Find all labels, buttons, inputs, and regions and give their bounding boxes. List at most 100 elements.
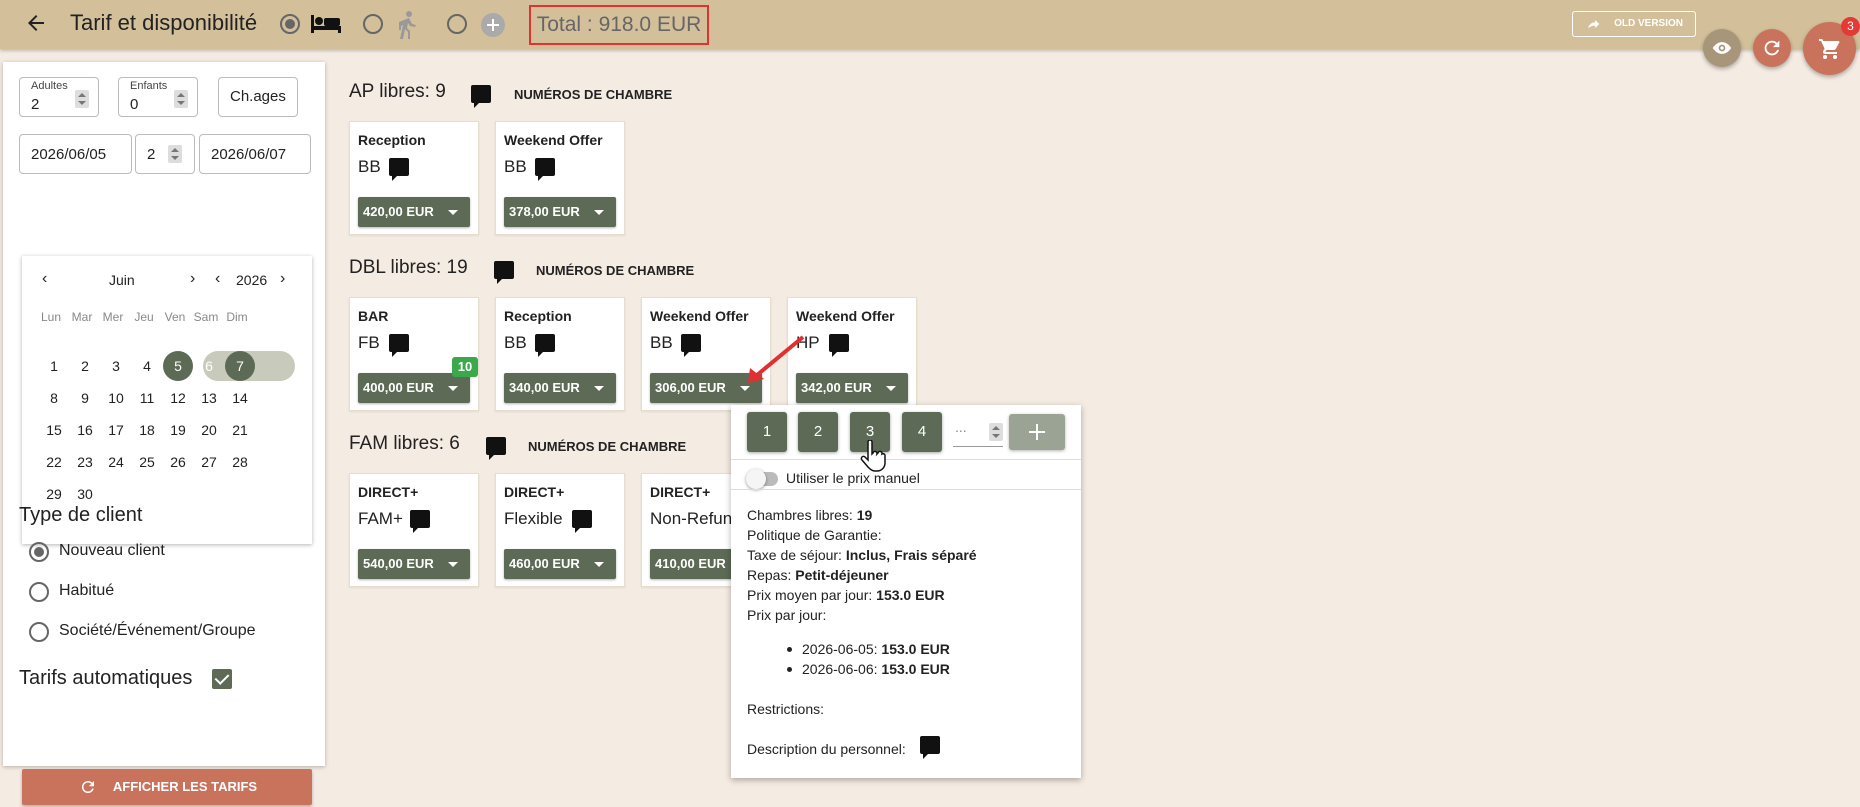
calendar-day[interactable]: 1 — [39, 351, 69, 381]
checkout-date-field[interactable]: 2026/06/07 — [199, 134, 311, 174]
price-dropdown-button[interactable]: 340,00 EUR — [504, 373, 616, 403]
client-radio-regular[interactable] — [29, 582, 49, 602]
client-option-regular[interactable]: Habitué — [59, 582, 114, 600]
avg-price-line: Prix moyen par jour: 153.0 EUR — [747, 587, 945, 603]
calendar-day[interactable]: 21 — [225, 415, 255, 445]
calendar-day[interactable]: 25 — [132, 447, 162, 477]
calendar-day[interactable]: 24 — [101, 447, 131, 477]
checkin-date-field[interactable]: 2026/06/05 — [19, 134, 132, 174]
mode-radio-walk[interactable] — [363, 14, 383, 34]
calendar-day[interactable]: 27 — [194, 447, 224, 477]
calendar-day[interactable]: 4 — [132, 351, 162, 381]
rate-card: Reception BB 340,00 EUR — [495, 297, 625, 411]
old-version-button[interactable]: OLD VERSION — [1572, 11, 1696, 37]
walking-icon — [399, 11, 416, 39]
show-rates-button[interactable]: AFFICHER LES TARIFS — [22, 769, 312, 805]
price-dropdown-button[interactable]: 306,00 EUR — [650, 373, 762, 403]
calendar-day[interactable]: 3 — [101, 351, 131, 381]
calendar-day[interactable]: 6 — [194, 351, 224, 381]
calendar-day[interactable]: 12 — [163, 383, 193, 413]
chat-icon[interactable] — [681, 334, 701, 357]
calendar-day[interactable]: 13 — [194, 383, 224, 413]
nights-spinner-icon[interactable] — [168, 145, 182, 163]
price-dropdown-button[interactable]: 420,00 EUR — [358, 197, 470, 227]
price-dropdown-button[interactable]: 342,00 EUR — [796, 373, 908, 403]
refresh-icon — [1764, 40, 1780, 56]
chat-icon[interactable] — [535, 334, 555, 357]
mode-radio-room[interactable] — [280, 14, 300, 34]
price-dropdown-button[interactable]: 400,00 EUR — [358, 373, 470, 403]
refresh-fab-button[interactable] — [1753, 29, 1791, 67]
client-option-company[interactable]: Société/Événement/Groupe — [59, 622, 256, 640]
calendar-day[interactable]: 14 — [225, 383, 255, 413]
auto-rates-checkbox[interactable] — [212, 669, 232, 689]
chat-icon[interactable] — [486, 437, 506, 460]
mode-radio-add[interactable] — [447, 14, 467, 34]
preview-button[interactable] — [1703, 29, 1741, 67]
add-qty-button[interactable] — [1009, 414, 1065, 450]
availability-badge: 10 — [452, 357, 478, 377]
qty-spinner-icon[interactable] — [989, 423, 1003, 441]
room-numbers-link-ap[interactable]: NUMÉROS DE CHAMBRE — [514, 87, 672, 102]
calendar-day[interactable]: 20 — [194, 415, 224, 445]
children-ages-input[interactable]: Ch.ages — [218, 77, 298, 117]
calendar-day[interactable]: 28 — [225, 447, 255, 477]
room-numbers-link-dbl[interactable]: NUMÉROS DE CHAMBRE — [536, 263, 694, 278]
price-dropdown-button[interactable]: 540,00 EUR — [358, 549, 470, 579]
chat-icon[interactable] — [389, 334, 409, 357]
next-month-icon[interactable]: › — [190, 270, 195, 288]
client-radio-company[interactable] — [29, 622, 49, 642]
next-year-icon[interactable]: › — [280, 270, 285, 288]
checkout-date-value: 2026/06/07 — [211, 146, 287, 163]
calendar-day[interactable]: 5 — [163, 351, 193, 381]
price-dropdown-button[interactable]: 378,00 EUR — [504, 197, 616, 227]
calendar-day[interactable]: 7 — [225, 351, 255, 381]
rate-name: Weekend Offer — [796, 308, 895, 324]
qty-button-4[interactable]: 4 — [902, 412, 942, 452]
chat-icon[interactable] — [535, 158, 555, 181]
adults-spinner-icon[interactable] — [75, 90, 89, 108]
prev-month-icon[interactable]: ‹ — [42, 270, 47, 288]
rate-board: BB — [358, 157, 381, 176]
calendar-day[interactable]: 2 — [70, 351, 100, 381]
calendar-day[interactable]: 16 — [70, 415, 100, 445]
client-radio-new[interactable] — [29, 542, 49, 562]
children-field[interactable]: Enfants 0 — [118, 77, 198, 117]
chat-icon[interactable] — [829, 334, 849, 357]
nights-field[interactable]: 2 — [135, 134, 195, 174]
adults-field[interactable]: Adultes 2 — [19, 77, 99, 117]
chat-icon[interactable] — [920, 736, 940, 759]
prev-year-icon[interactable]: ‹ — [215, 270, 220, 288]
chat-icon[interactable] — [389, 158, 409, 181]
calendar-day[interactable]: 9 — [70, 383, 100, 413]
back-arrow-icon[interactable] — [24, 11, 48, 35]
calendar-day[interactable]: 22 — [39, 447, 69, 477]
calendar-day[interactable]: 17 — [101, 415, 131, 445]
calendar-day[interactable]: 15 — [39, 415, 69, 445]
price-dropdown-button[interactable]: 460,00 EUR — [504, 549, 616, 579]
calendar-day[interactable]: 19 — [163, 415, 193, 445]
rate-board: HP — [796, 333, 820, 352]
client-option-new[interactable]: Nouveau client — [59, 542, 165, 560]
manual-price-toggle[interactable] — [746, 469, 778, 489]
calendar-day[interactable]: 8 — [39, 383, 69, 413]
chat-icon[interactable] — [410, 510, 430, 533]
calendar-day[interactable]: 18 — [132, 415, 162, 445]
calendar-day[interactable]: 26 — [163, 447, 193, 477]
rate-name: BAR — [358, 308, 389, 324]
qty-button-2[interactable]: 2 — [798, 412, 838, 452]
calendar-day[interactable]: 11 — [132, 383, 162, 413]
chat-icon[interactable] — [572, 510, 592, 533]
room-numbers-link-fam[interactable]: NUMÉROS DE CHAMBRE — [528, 439, 686, 454]
rate-board: Flexible — [504, 509, 563, 528]
chat-icon[interactable] — [471, 85, 491, 108]
cart-icon — [1819, 39, 1840, 59]
children-spinner-icon[interactable] — [174, 90, 188, 108]
rate-name: DIRECT+ — [358, 484, 419, 500]
qty-button-1[interactable]: 1 — [747, 412, 787, 452]
calendar-day[interactable]: 10 — [101, 383, 131, 413]
divider — [731, 459, 1081, 460]
chat-icon[interactable] — [494, 261, 514, 284]
calendar-day[interactable]: 23 — [70, 447, 100, 477]
hand-cursor-icon — [860, 440, 886, 472]
